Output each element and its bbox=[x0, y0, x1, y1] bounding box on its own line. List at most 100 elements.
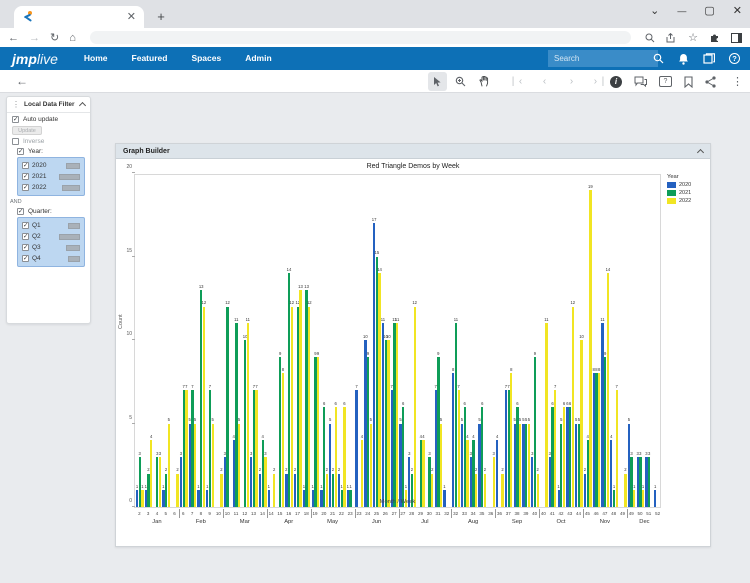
share-icon[interactable] bbox=[705, 76, 716, 88]
nav-item-featured[interactable]: Featured bbox=[120, 47, 180, 70]
filter-group-checkbox[interactable]: ✓ bbox=[17, 148, 24, 155]
next-page-icon[interactable]: › bbox=[562, 72, 581, 91]
bar-2022-week-32[interactable] bbox=[458, 390, 460, 507]
bar-2022-week-24[interactable] bbox=[370, 424, 372, 508]
browser-forward-icon[interactable]: → bbox=[29, 32, 40, 44]
bar-2022-week-7[interactable] bbox=[194, 424, 196, 508]
filter-collapse-icon[interactable] bbox=[79, 102, 86, 109]
new-tab-button[interactable]: + bbox=[152, 8, 170, 26]
zoom-search-icon[interactable] bbox=[645, 33, 655, 43]
nav-item-home[interactable]: Home bbox=[72, 47, 120, 70]
bar-2022-week-25[interactable] bbox=[378, 273, 380, 507]
bar-2022-week-39[interactable] bbox=[528, 424, 530, 508]
bar-2022-week-42[interactable] bbox=[563, 407, 565, 507]
bar-2022-week-3[interactable] bbox=[150, 440, 152, 507]
prev-page-icon[interactable]: ‹ bbox=[535, 72, 554, 91]
pointer-tool-icon[interactable] bbox=[428, 72, 447, 91]
grabber-hand-icon[interactable] bbox=[474, 72, 493, 91]
bar-2022-week-21[interactable] bbox=[335, 407, 337, 507]
bar-2022-week-27[interactable] bbox=[396, 323, 398, 507]
zoom-tool-icon[interactable] bbox=[451, 72, 470, 91]
filter-group-checkbox[interactable]: ✓ bbox=[17, 208, 24, 215]
drag-grip-icon[interactable]: ⋮ bbox=[12, 100, 20, 109]
bar-2022-week-17[interactable] bbox=[299, 290, 301, 507]
bar-2022-week-44[interactable] bbox=[580, 340, 582, 507]
nav-item-spaces[interactable]: Spaces bbox=[179, 47, 233, 70]
more-options-icon[interactable]: ⋮ bbox=[728, 72, 747, 91]
update-button[interactable]: Update bbox=[12, 126, 42, 135]
bar-2022-week-29[interactable] bbox=[422, 440, 424, 507]
legend-entry-2022[interactable]: 2022 bbox=[667, 198, 711, 204]
search-box[interactable] bbox=[548, 50, 658, 67]
browser-back-icon[interactable]: ← bbox=[8, 32, 19, 44]
auto-update-checkbox[interactable]: ✓ bbox=[12, 116, 19, 123]
filter-item-checkbox[interactable]: ✓ bbox=[22, 233, 29, 240]
help-icon[interactable]: ? bbox=[729, 53, 740, 64]
bar-2022-week-23[interactable] bbox=[361, 440, 363, 507]
bar-2022-week-28[interactable] bbox=[414, 307, 416, 507]
bar-2022-week-15[interactable] bbox=[282, 373, 284, 507]
nav-item-admin[interactable]: Admin bbox=[233, 47, 283, 70]
first-page-icon[interactable]: ▏‹ bbox=[508, 72, 527, 91]
bar-2022-week-33[interactable] bbox=[466, 440, 468, 507]
bookmark-star-icon[interactable]: ☆ bbox=[688, 31, 698, 44]
bar-2022-week-18[interactable] bbox=[308, 307, 310, 507]
tab-close-icon[interactable]: ✕ bbox=[127, 12, 136, 23]
browser-tab[interactable]: ✕ bbox=[14, 6, 144, 28]
bar-2022-week-43[interactable] bbox=[572, 307, 574, 507]
bar-2022-week-8[interactable] bbox=[203, 307, 205, 507]
bar-2022-week-11[interactable] bbox=[238, 424, 240, 508]
bar-2020-week-36[interactable] bbox=[496, 440, 498, 507]
search-input[interactable] bbox=[554, 54, 640, 63]
bar-2022-week-45[interactable] bbox=[589, 190, 591, 507]
filter-item-checkbox[interactable]: ✓ bbox=[22, 184, 29, 191]
bar-2022-week-38[interactable] bbox=[519, 424, 521, 508]
inverse-checkbox[interactable]: ✓ bbox=[12, 138, 19, 145]
window-maximize-icon[interactable]: ▢ bbox=[704, 4, 714, 17]
details-info-icon[interactable]: i bbox=[610, 76, 622, 88]
jmp-live-logo[interactable]: jmplive bbox=[12, 51, 58, 67]
browser-reload-icon[interactable]: ↻ bbox=[50, 31, 59, 44]
library-book-icon[interactable] bbox=[703, 53, 715, 64]
bar-2022-week-47[interactable] bbox=[607, 273, 609, 507]
bar-2022-week-12[interactable] bbox=[247, 323, 249, 507]
notifications-bell-icon[interactable] bbox=[678, 53, 689, 65]
bar-2022-week-31[interactable] bbox=[440, 424, 442, 508]
filter-item-checkbox[interactable]: ✓ bbox=[22, 173, 29, 180]
presentation-icon[interactable]: ? bbox=[659, 76, 672, 87]
bar-2022-week-48[interactable] bbox=[616, 390, 618, 507]
last-page-icon[interactable]: ›▕ bbox=[589, 72, 608, 91]
side-panel-icon[interactable] bbox=[731, 33, 742, 43]
share-page-icon[interactable] bbox=[666, 33, 677, 43]
bar-2022-week-9[interactable] bbox=[212, 424, 214, 508]
bar-2020-week-23[interactable] bbox=[355, 390, 357, 507]
bar-2022-week-40[interactable] bbox=[545, 323, 547, 507]
bar-2022-week-16[interactable] bbox=[291, 307, 293, 507]
extensions-puzzle-icon[interactable] bbox=[709, 32, 720, 43]
bar-2022-week-26[interactable] bbox=[387, 340, 389, 507]
graph-collapse-icon[interactable] bbox=[697, 149, 704, 156]
url-bar[interactable] bbox=[90, 31, 631, 44]
filter-item-checkbox[interactable]: ✓ bbox=[22, 244, 29, 251]
legend-entry-2020[interactable]: 2020 bbox=[667, 182, 711, 188]
bar-2021-week-10[interactable] bbox=[226, 307, 228, 507]
window-menu-icon[interactable]: ⌄ bbox=[650, 4, 659, 17]
filter-item-2022[interactable]: ✓2022 bbox=[21, 182, 81, 193]
comments-icon[interactable] bbox=[634, 76, 647, 87]
bar-2022-week-6[interactable] bbox=[185, 390, 187, 507]
filter-item-2021[interactable]: ✓2021 bbox=[21, 171, 81, 182]
bar-2022-week-41[interactable] bbox=[554, 390, 556, 507]
bar-2022-week-22[interactable] bbox=[343, 407, 345, 507]
filter-item-q4[interactable]: ✓Q4 bbox=[21, 253, 81, 264]
filter-item-q2[interactable]: ✓Q2 bbox=[21, 231, 81, 242]
window-minimize-icon[interactable]: — bbox=[677, 6, 686, 16]
plot-area[interactable]: 0510152021313124433512562Jan637775758113… bbox=[134, 174, 661, 508]
browser-home-icon[interactable]: ⌂ bbox=[69, 32, 76, 44]
legend-entry-2021[interactable]: 2021 bbox=[667, 190, 711, 196]
filter-item-q3[interactable]: ✓Q3 bbox=[21, 242, 81, 253]
bar-2022-week-5[interactable] bbox=[168, 424, 170, 508]
bookmark-icon[interactable] bbox=[684, 76, 693, 88]
window-close-icon[interactable]: ✕ bbox=[733, 4, 742, 17]
filter-item-q1[interactable]: ✓Q1 bbox=[21, 220, 81, 231]
bar-2022-week-37[interactable] bbox=[510, 373, 512, 507]
